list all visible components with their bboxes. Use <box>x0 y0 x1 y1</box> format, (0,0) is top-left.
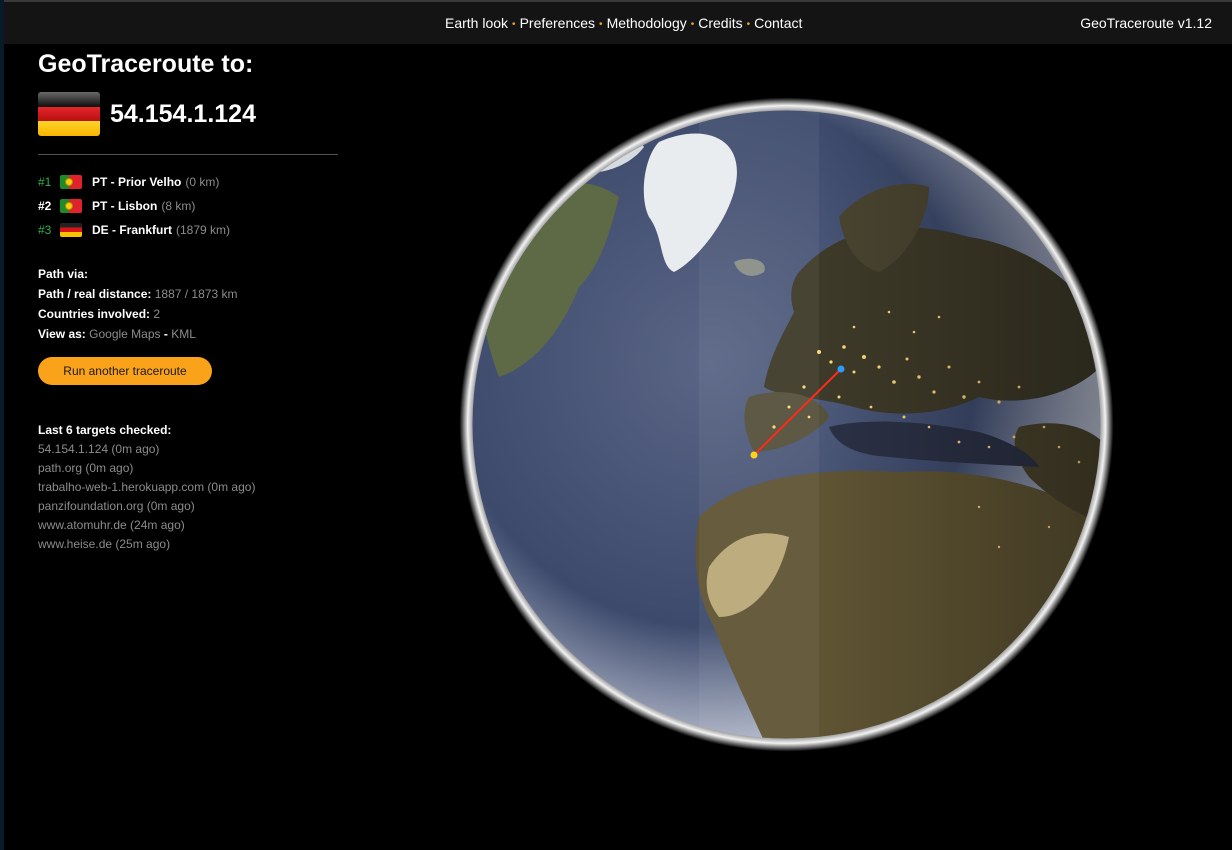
nav-separator: • <box>599 19 603 30</box>
recent-targets: Last 6 targets checked: 54.154.1.124 (0m… <box>38 421 358 554</box>
earth-globe-view[interactable] <box>459 97 1114 752</box>
distance-label: Path / real distance: <box>38 287 152 301</box>
recent-target-item[interactable]: www.atomuhr.de (24m ago) <box>38 516 358 535</box>
hop-number: #1 <box>38 175 52 189</box>
view-as-label: View as: <box>38 327 86 341</box>
main-nav: Earth look • Preferences • Methodology • Credi… <box>445 15 802 31</box>
hop-row[interactable]: #2 PT - Lisbon (8 km) <box>38 194 358 218</box>
hop-number: #2 <box>38 199 52 213</box>
recent-target-item[interactable]: path.org (0m ago) <box>38 459 358 478</box>
nav-separator: • <box>512 19 516 30</box>
recent-target-item[interactable]: www.heise.de (25m ago) <box>38 535 358 554</box>
kml-link[interactable]: KML <box>171 327 196 341</box>
top-navigation-bar: Earth look • Preferences • Methodology • Credi… <box>4 2 1232 44</box>
hop-distance: (8 km) <box>161 199 196 213</box>
hop-row[interactable]: #1 PT - Prior Velho (0 km) <box>38 170 358 194</box>
countries-value: 2 <box>153 307 161 321</box>
hop-name: PT - Prior Velho <box>92 175 182 189</box>
nav-contact[interactable]: Contact <box>754 15 802 31</box>
recent-target-item[interactable]: trabalho-web-1.herokuapp.com (0m ago) <box>38 478 358 497</box>
hop-name: PT - Lisbon <box>92 199 158 213</box>
run-another-traceroute-button[interactable]: Run another traceroute <box>38 357 212 385</box>
target-ip: 54.154.1.124 <box>110 99 256 128</box>
hop-distance: (0 km) <box>185 175 220 189</box>
hop-distance: (1879 km) <box>176 223 231 237</box>
terminator-band <box>699 110 819 739</box>
app-version: GeoTraceroute v1.12 <box>1080 15 1212 31</box>
globe-canvas[interactable] <box>459 97 1114 752</box>
hop-name: DE - Frankfurt <box>92 223 173 237</box>
recent-targets-heading: Last 6 targets checked: <box>38 423 172 437</box>
nav-separator: • <box>746 19 751 30</box>
hop-row[interactable]: #3 DE - Frankfurt (1879 km) <box>38 218 358 242</box>
traceroute-panel: GeoTraceroute to: 54.154.1.124 #1 PT - P… <box>38 48 358 554</box>
nav-credits[interactable]: Credits <box>698 15 742 31</box>
route-start-marker[interactable] <box>750 451 758 459</box>
recent-target-item[interactable]: panzifoundation.org (0m ago) <box>38 497 358 516</box>
nav-earth-look[interactable]: Earth look <box>445 15 508 31</box>
path-info: Path via: Path / real distance: 1887 / 1… <box>38 264 358 344</box>
germany-flag-icon <box>38 92 100 136</box>
divider <box>38 154 338 155</box>
portugal-flag-icon <box>60 175 82 189</box>
google-maps-link[interactable]: Google Maps <box>89 327 160 341</box>
page-title: GeoTraceroute to: <box>38 50 254 78</box>
distance-value: 1887 / 1873 km <box>154 287 238 301</box>
night-shade <box>819 110 1101 739</box>
nav-methodology[interactable]: Methodology <box>607 15 687 31</box>
nav-preferences[interactable]: Preferences <box>520 15 595 31</box>
countries-label: Countries involved: <box>38 307 151 321</box>
view-separator: - <box>163 327 168 341</box>
nav-separator: • <box>690 19 695 30</box>
window-left-edge <box>0 0 4 850</box>
portugal-flag-icon <box>60 199 82 213</box>
target-row: 54.154.1.124 <box>38 92 358 136</box>
hop-list: #1 PT - Prior Velho (0 km) #2 PT - Lisbo… <box>38 170 358 242</box>
path-via-label: Path via: <box>38 267 89 281</box>
route-end-marker[interactable] <box>837 365 845 373</box>
hop-number: #3 <box>38 223 52 237</box>
germany-flag-icon <box>60 223 82 237</box>
recent-target-item[interactable]: 54.154.1.124 (0m ago) <box>38 440 358 459</box>
